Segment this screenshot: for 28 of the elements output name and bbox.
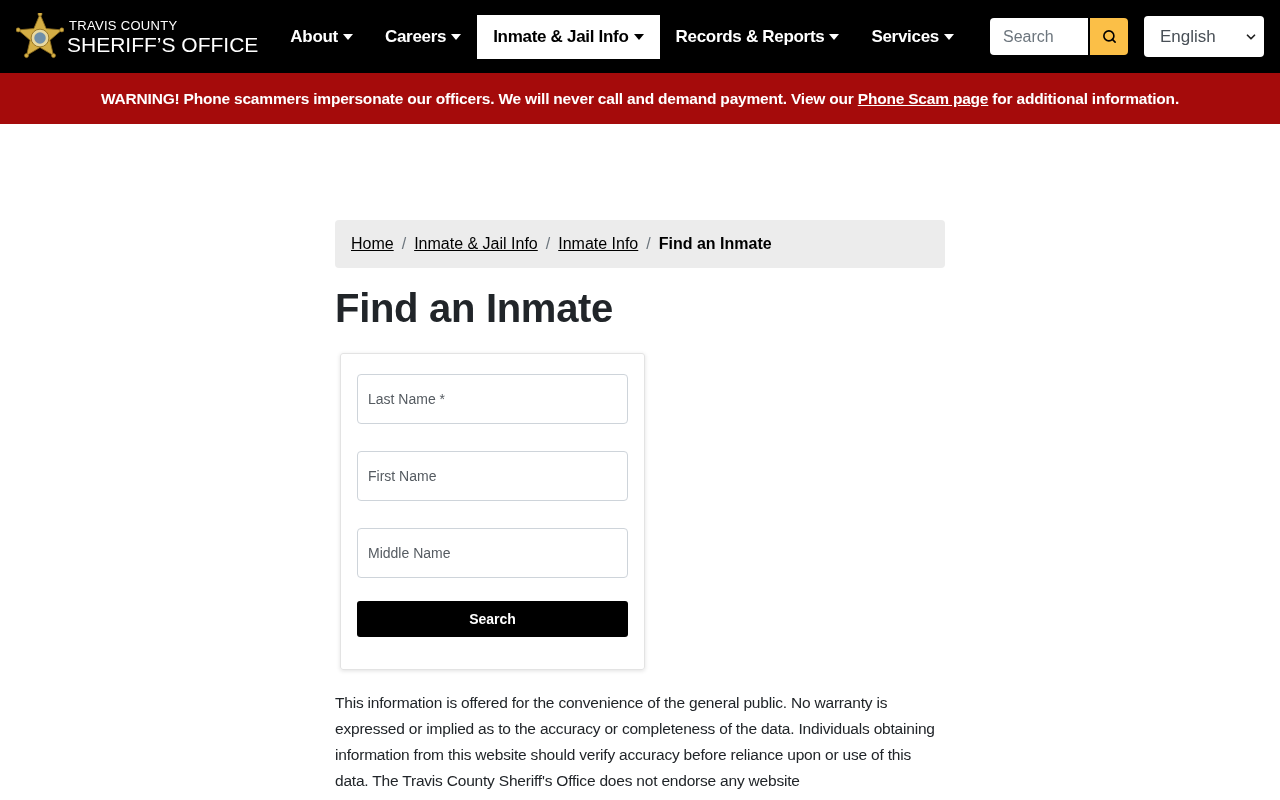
breadcrumb-separator: / xyxy=(400,234,408,254)
breadcrumb-current: Find an Inmate xyxy=(658,234,772,254)
search-submit-button[interactable]: Search xyxy=(357,601,628,637)
star-badge-icon xyxy=(16,12,64,61)
caret-icon xyxy=(633,33,644,40)
breadcrumb-link[interactable]: Inmate Info xyxy=(558,232,639,256)
caret-icon xyxy=(451,33,462,40)
phone-scam-link[interactable]: Phone Scam page xyxy=(857,89,989,107)
search-field[interactable]: Search xyxy=(990,18,1088,55)
language-select[interactable]: English xyxy=(1144,16,1264,57)
page-title: Find an Inmate xyxy=(335,285,615,332)
caret-icon xyxy=(342,33,353,40)
caret-icon xyxy=(829,33,840,40)
caret-icon xyxy=(944,33,954,40)
search-icon xyxy=(1101,29,1117,44)
disclaimer-paragraph: This information is offered for the convenience of the general public. No warranty is expressed or implied as to the accuracy or completeness of the data. Individuals obtaining information from this website should verify accuracy before reliance upon or use of this data. The Travis County Sheriff's Office does not endorse any website xyxy=(335,693,936,791)
text-input-field[interactable]: First Name xyxy=(357,451,628,501)
breadcrumb-separator: / xyxy=(645,234,652,254)
text-input-field[interactable]: Last Name * xyxy=(357,374,628,424)
breadcrumb-link[interactable]: Inmate & Jail Info xyxy=(414,232,538,256)
text-input-field[interactable]: Middle Name xyxy=(357,528,628,578)
warning-message: WARNING! Phone scammers impersonate our officers. We will never call and demand payment. View our Phone Scam page for additional information. xyxy=(101,88,1179,109)
nav-menu-item[interactable]: Inmate & Jail Info xyxy=(477,14,660,59)
search-button[interactable] xyxy=(1090,18,1128,55)
logo-title: SHERIFF’S OFFICE xyxy=(67,33,259,55)
breadcrumb-separator: / xyxy=(544,234,552,254)
logo-subtitle: TRAVIS COUNTY xyxy=(68,18,179,32)
breadcrumb-link[interactable]: Home xyxy=(351,232,394,256)
